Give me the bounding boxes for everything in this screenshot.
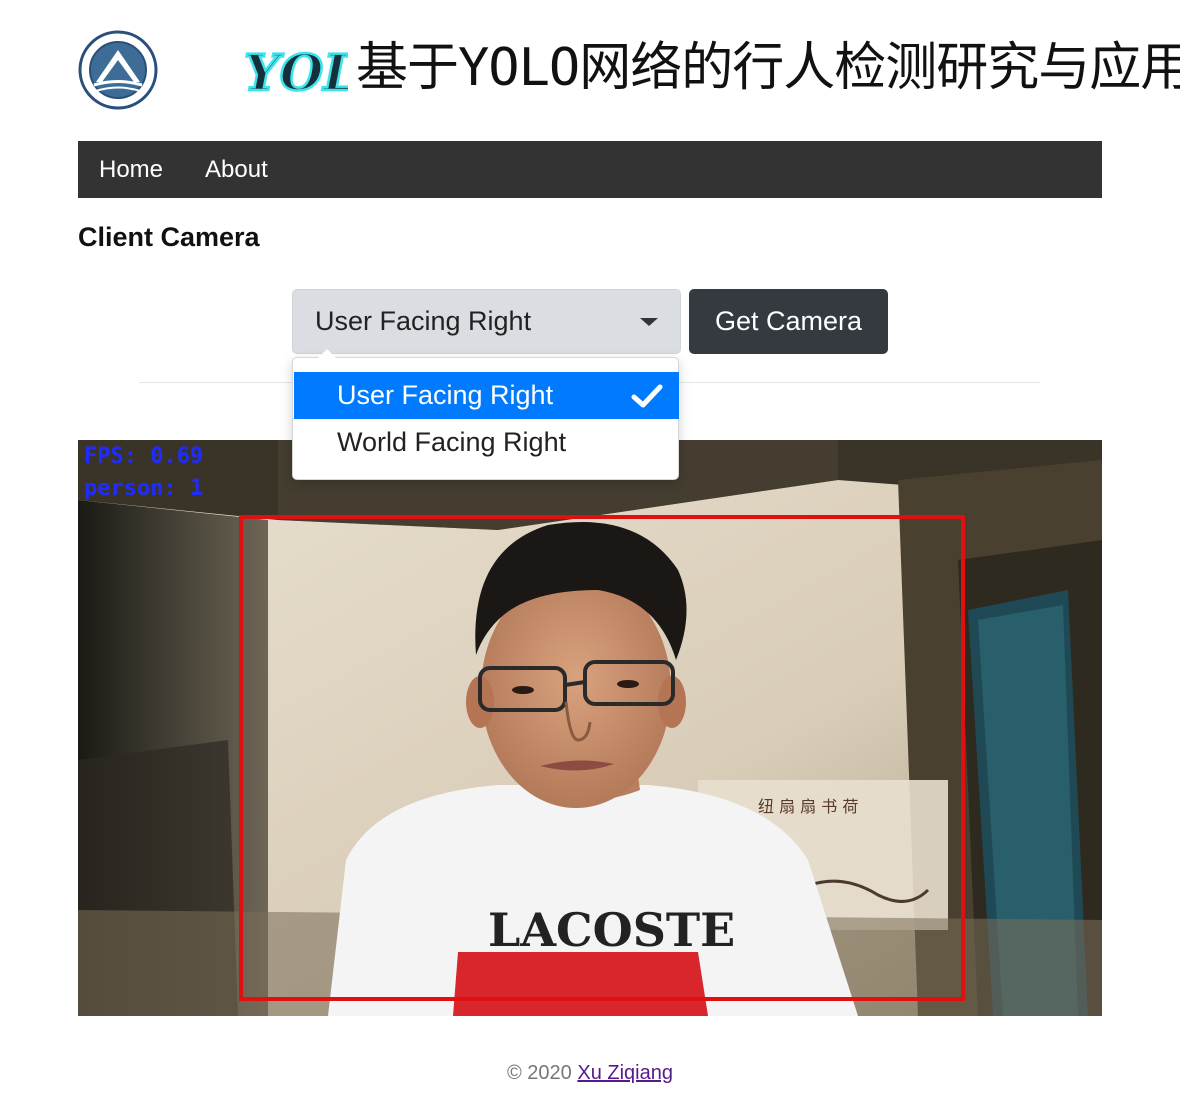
- svg-text:LACOSTE: LACOSTE: [488, 903, 735, 957]
- check-icon: [631, 384, 663, 408]
- person-count-overlay: person: 1: [84, 476, 204, 501]
- nav-link-about[interactable]: About: [184, 141, 289, 198]
- dropdown-pointer: [318, 349, 336, 358]
- get-camera-button[interactable]: Get Camera: [689, 289, 888, 354]
- camera-facing-dropdown: User Facing Right World Facing Right: [292, 357, 679, 480]
- copyright-text: © 2020: [507, 1062, 578, 1084]
- select-value: User Facing Right: [315, 306, 532, 336]
- dropdown-option-label: User Facing Right: [337, 380, 554, 410]
- fps-overlay: FPS: 0.69: [84, 444, 204, 469]
- dropdown-option-label: World Facing Right: [337, 427, 567, 457]
- camera-facing-select[interactable]: User Facing Right: [292, 289, 681, 354]
- section-title: Client Camera: [78, 222, 260, 252]
- footer: © 2020 Xu Ziqiang: [0, 1062, 1180, 1085]
- camera-video: 纽 扇 扇 书 荷 LACOSTE FPS: 0.69 person: 1: [78, 440, 1102, 1016]
- site-header: YOLO 基于YOLO网络的行人检测研究与应用: [78, 28, 1180, 114]
- dropdown-option-world-facing[interactable]: World Facing Right: [294, 419, 679, 466]
- navbar: Home About: [78, 141, 1102, 198]
- nav-link-home[interactable]: Home: [78, 141, 184, 198]
- dropdown-option-user-facing[interactable]: User Facing Right: [294, 372, 679, 419]
- caret-down-icon: [640, 318, 658, 326]
- yolo-logo-icon: YOLO: [244, 42, 348, 104]
- university-seal-icon: [78, 30, 158, 110]
- site-title: 基于YOLO网络的行人检测研究与应用: [356, 38, 1180, 98]
- svg-text:YOLO: YOLO: [244, 43, 348, 102]
- author-link[interactable]: Xu Ziqiang: [577, 1062, 673, 1084]
- camera-image: 纽 扇 扇 书 荷 LACOSTE: [78, 440, 1102, 1016]
- svg-text:纽 扇 扇 书 荷: 纽 扇 扇 书 荷: [758, 797, 858, 816]
